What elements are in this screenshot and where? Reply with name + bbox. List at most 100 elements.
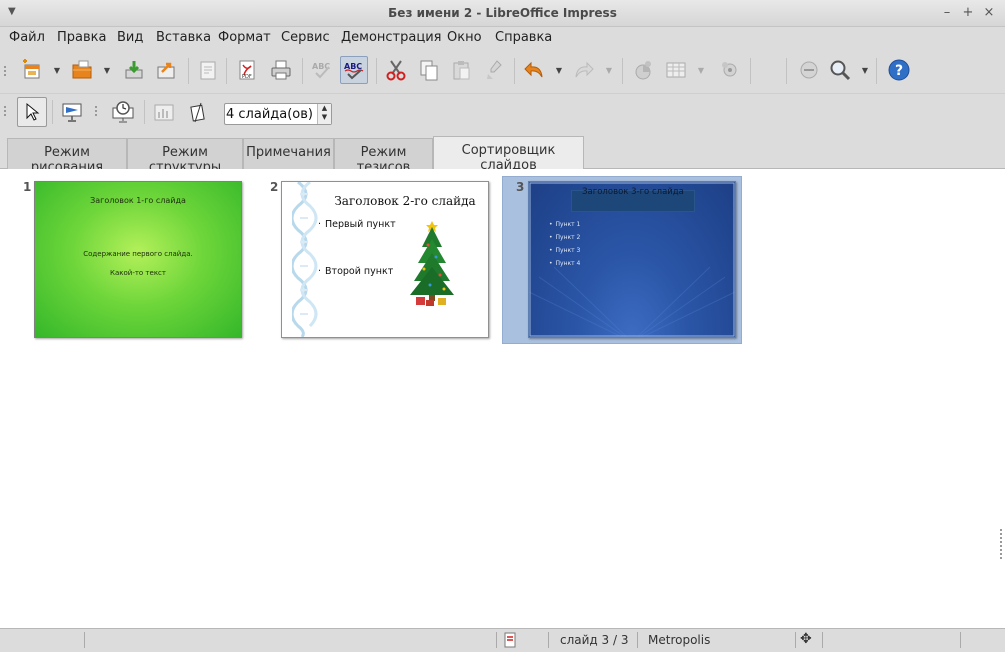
status-divider: [822, 632, 823, 648]
maximize-icon[interactable]: +: [959, 4, 977, 22]
slide-title: Заголовок 2-го слайда: [334, 194, 476, 208]
rehearse-timings-icon[interactable]: [109, 98, 137, 126]
slides-per-row-stepper[interactable]: ▲▼: [224, 103, 332, 125]
clone-formatting-icon[interactable]: [481, 56, 509, 84]
slide-position: слайд 3 / 3: [560, 633, 629, 647]
slide-sorter-area: 1 Заголовок 1-го слайда Содержание перво…: [0, 169, 1005, 628]
status-divider: [548, 632, 549, 648]
slide-layout-icon[interactable]: [150, 98, 178, 126]
open-dropdown-icon[interactable]: ▼: [103, 66, 111, 75]
toolbar-grip[interactable]: [4, 66, 8, 76]
menu-edit[interactable]: Правка: [57, 30, 106, 45]
open-icon[interactable]: [68, 56, 96, 84]
toolbar-separator: [188, 58, 189, 84]
slide-thumbnail-2[interactable]: Заголовок 2-го слайда Первый пункт Второ…: [281, 181, 489, 338]
toolbar-separator: [622, 58, 623, 84]
slide-show-icon[interactable]: [58, 98, 86, 126]
slide-bullet: Пункт 3: [549, 247, 581, 254]
select-pointer-icon[interactable]: [17, 97, 47, 127]
menu-file[interactable]: Файл: [9, 30, 45, 45]
navigator-icon[interactable]: [716, 56, 744, 84]
toolbar-separator: [302, 58, 303, 84]
spellcheck-icon[interactable]: ABC: [308, 56, 336, 84]
master-page-name[interactable]: Metropolis: [648, 633, 710, 647]
save-icon[interactable]: [120, 56, 148, 84]
slide-bullet: Первый пункт: [318, 219, 396, 230]
slide-thumbnail-1[interactable]: Заголовок 1-го слайда Содержание первого…: [34, 181, 242, 338]
toolbar-separator: [750, 58, 751, 84]
zoom-icon[interactable]: [826, 56, 854, 84]
toolbar-grip[interactable]: [95, 106, 99, 116]
redo-dropdown-icon[interactable]: ▼: [605, 66, 613, 75]
toolbar-separator: [144, 100, 145, 124]
chart-icon[interactable]: [629, 56, 657, 84]
menu-format[interactable]: Формат: [218, 30, 271, 45]
slides-per-row-spin[interactable]: ▲ ▼: [317, 104, 331, 124]
toolbar-separator: [376, 58, 377, 84]
new-dropdown-icon[interactable]: ▼: [53, 66, 61, 75]
table-dropdown-icon[interactable]: ▼: [697, 66, 705, 75]
menu-slideshow[interactable]: Демонстрация: [341, 30, 441, 45]
help-icon[interactable]: ?: [885, 56, 913, 84]
slide-body-line: Содержание первого слайда.: [83, 250, 193, 258]
document-modified-icon[interactable]: [503, 632, 517, 651]
standard-toolbar: ▼ ▼ PDF ABC ABC ▼ ▼ ▼ ▼ ?: [0, 50, 1005, 92]
slides-per-row-icon[interactable]: [184, 98, 212, 126]
menu-insert[interactable]: Вставка: [156, 30, 211, 45]
toolbar-separator: [876, 58, 877, 84]
christmas-tree-icon: [410, 221, 454, 306]
status-bar: слайд 3 / 3 Metropolis ✥: [0, 628, 1005, 652]
copy-icon[interactable]: [415, 56, 443, 84]
slide-body-line: Какой-то текст: [110, 269, 166, 277]
status-divider: [960, 632, 961, 648]
cut-icon[interactable]: [382, 56, 410, 84]
close-icon[interactable]: ×: [980, 4, 998, 22]
title-bar: ▼ Без имени 2 - LibreOffice Impress – + …: [0, 0, 1005, 27]
zoom-dropdown-icon[interactable]: ▼: [861, 66, 869, 75]
tab-notes-view[interactable]: Примечания: [243, 138, 334, 169]
slide-thumbnail-3[interactable]: Заголовок 3-го слайда Пункт 1 Пункт 2 Пу…: [528, 181, 736, 338]
paste-icon[interactable]: [447, 56, 475, 84]
tab-outline-view[interactable]: Режим структуры: [127, 138, 243, 175]
tab-drawing-view[interactable]: Режим рисования: [7, 138, 127, 175]
window-title: Без имени 2 - LibreOffice Impress: [388, 6, 617, 20]
svg-text:?: ?: [895, 63, 903, 79]
status-divider: [496, 632, 497, 648]
menu-view[interactable]: Вид: [117, 30, 143, 45]
slide-sorter-toolbar: ▲▼: [0, 93, 1005, 130]
view-tabs: Режим рисования Режим структуры Примечан…: [0, 131, 1005, 175]
table-icon[interactable]: [662, 56, 690, 84]
menu-bar: Файл Правка Вид Вставка Формат Сервис Де…: [0, 27, 1005, 49]
slide-bullet: Пункт 4: [549, 260, 581, 267]
sidebar-resize-grip[interactable]: [1000, 529, 1004, 559]
print-icon[interactable]: [267, 56, 295, 84]
menu-tools[interactable]: Сервис: [281, 30, 330, 45]
slides-per-row-input[interactable]: [226, 106, 316, 122]
minimize-icon[interactable]: –: [938, 4, 956, 22]
undo-icon[interactable]: [520, 56, 548, 84]
slide-title: Заголовок 1-го слайда: [90, 196, 186, 205]
autospellcheck-icon[interactable]: ABC: [340, 56, 368, 84]
slide-number: 1: [23, 180, 32, 194]
toolbar-grip[interactable]: [4, 106, 8, 116]
menu-window[interactable]: Окно: [447, 30, 482, 45]
status-divider: [795, 632, 796, 648]
undo-dropdown-icon[interactable]: ▼: [555, 66, 563, 75]
tab-slide-sorter[interactable]: Сортировщик слайдов: [433, 136, 584, 173]
export-icon[interactable]: [152, 56, 180, 84]
export-pdf-icon[interactable]: PDF: [233, 56, 261, 84]
edit-file-icon[interactable]: [194, 56, 222, 84]
new-icon[interactable]: [18, 56, 46, 84]
redo-icon[interactable]: [570, 56, 598, 84]
move-icon: ✥: [800, 631, 812, 647]
slide-bullet: Пункт 1: [549, 221, 581, 228]
tab-handout-view[interactable]: Режим тезисов: [334, 138, 433, 175]
toolbar-separator: [786, 58, 787, 84]
zoom-off-icon[interactable]: [795, 56, 823, 84]
slide-number: 2: [270, 180, 279, 194]
slide-bullet: Второй пункт: [318, 266, 393, 277]
status-divider: [637, 632, 638, 648]
toolbar-separator: [226, 58, 227, 84]
slide-title: Заголовок 3-го слайда: [582, 187, 684, 197]
menu-help[interactable]: Справка: [495, 30, 552, 45]
